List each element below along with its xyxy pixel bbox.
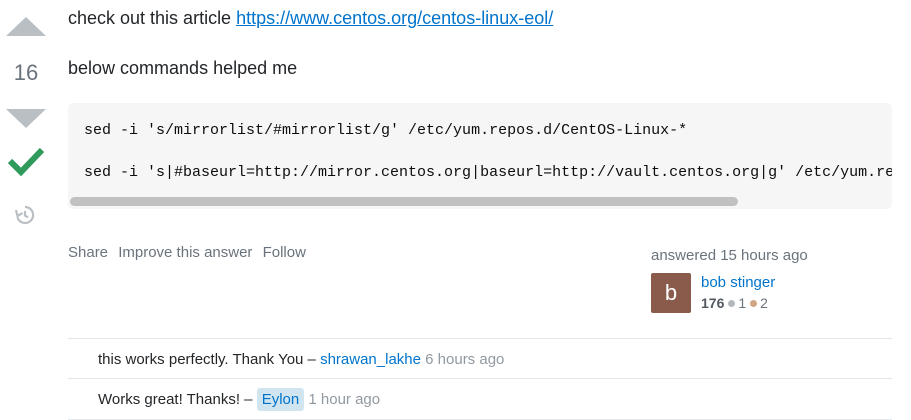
vote-count: 16 xyxy=(13,60,39,85)
share-link[interactable]: Share xyxy=(68,244,108,261)
comment-text: this works perfectly. Thank You – xyxy=(98,351,321,368)
reputation-score: 176 xyxy=(701,295,725,311)
avatar[interactable]: b xyxy=(651,273,691,313)
horizontal-scrollbar[interactable] xyxy=(68,195,892,209)
user-card: answered 15 hours ago b bob stinger 176 1… xyxy=(651,247,851,313)
answer-paragraph-1: check out this article https://www.cento… xyxy=(68,8,553,29)
answer-text: check out this article xyxy=(68,8,237,28)
upvote-arrow-icon[interactable] xyxy=(6,17,46,36)
user-name-link[interactable]: bob stinger xyxy=(701,274,775,291)
code-block: sed -i 's/mirrorlist/#mirrorlist/g' /etc… xyxy=(68,103,892,209)
follow-link[interactable]: Follow xyxy=(263,244,306,261)
history-icon[interactable] xyxy=(13,203,37,227)
accepted-checkmark-icon xyxy=(8,147,44,176)
code-line: sed -i 's/mirrorlist/#mirrorlist/g' /etc… xyxy=(84,122,688,139)
comment-time[interactable]: 1 hour ago xyxy=(304,391,380,408)
comment: this works perfectly. Thank You – shrawa… xyxy=(68,338,892,379)
answer-paragraph-2: below commands helped me xyxy=(68,58,298,78)
downvote-arrow-icon[interactable] xyxy=(6,109,46,128)
answered-time[interactable]: answered 15 hours ago xyxy=(651,247,851,264)
post-menu: Share Improve this answer Follow xyxy=(68,244,312,261)
silver-badge-icon xyxy=(728,300,736,307)
user-reputation: 176 1 2 xyxy=(701,295,768,311)
code-line: sed -i 's|#baseurl=http://mirror.centos.… xyxy=(84,164,892,181)
comment-user-link[interactable]: Eylon xyxy=(256,388,305,411)
article-link[interactable]: https://www.centos.org/centos-linux-eol/ xyxy=(236,8,553,28)
bronze-badge-icon xyxy=(750,300,758,307)
scrollbar-thumb[interactable] xyxy=(70,197,738,206)
comment-text: Works great! Thanks! – xyxy=(98,391,257,408)
comment: Works great! Thanks! – Eylon 1 hour ago xyxy=(68,378,892,420)
bronze-badge-count: 2 xyxy=(760,295,768,311)
silver-badge-count: 1 xyxy=(738,295,747,311)
comment-time[interactable]: 6 hours ago xyxy=(421,351,504,368)
comment-user-link[interactable]: shrawan_lakhe xyxy=(320,351,421,368)
improve-answer-link[interactable]: Improve this answer xyxy=(118,244,252,261)
